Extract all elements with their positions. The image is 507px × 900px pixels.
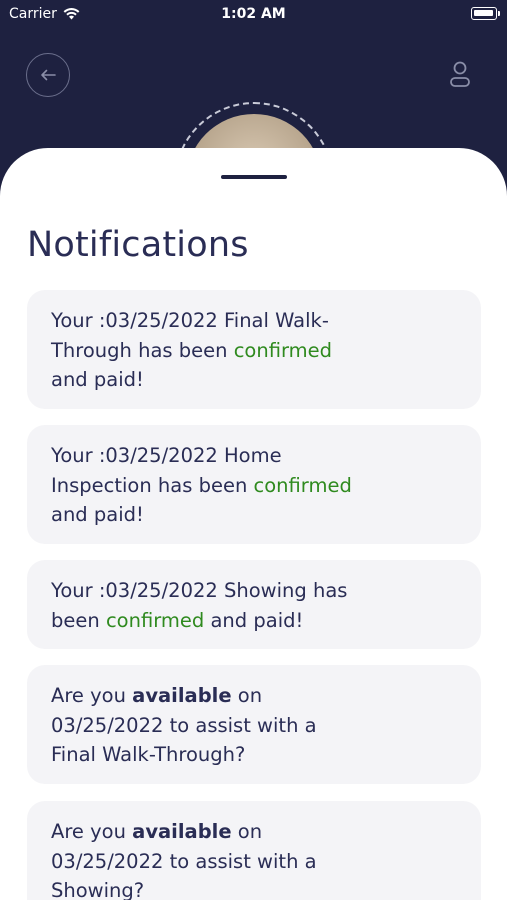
notification-card[interactable]: Your :03/25/2022 Showing has been confir… [27,560,481,649]
notification-line: been confirmed and paid! [51,608,304,632]
user-icon [450,61,470,87]
notification-line: 03/25/2022 to assist with a [51,849,317,873]
notification-line: Your :03/25/2022 Final Walk- [51,309,329,332]
notification-line: Your :03/25/2022 Home [51,444,282,467]
notification-line: Inspection has been confirmed [51,473,352,497]
notification-line: and paid! [51,368,144,391]
notification-line: Showing? [51,879,145,900]
notification-line: Your :03/25/2022 Showing has [51,579,348,602]
sheet-drag-handle[interactable] [221,175,287,179]
confirmed-status: confirmed [253,473,352,497]
notification-card[interactable]: Your :03/25/2022 Final Walk- Through has… [27,290,481,409]
notification-line: Through has been confirmed [51,338,333,362]
arrow-left-icon [41,69,56,81]
confirmed-status: confirmed [105,608,205,632]
availability-request-card[interactable]: Are you available on 03/25/2022 to assis… [27,801,481,900]
notification-line: Final Walk-Through? [51,743,246,766]
availability-request-card[interactable]: Are you available on 03/25/2022 to assis… [27,665,481,784]
battery-icon [471,7,500,20]
notification-line: 03/25/2022 to assist with a [51,713,317,737]
available-emphasis: available [132,684,232,707]
notification-line: and paid! [51,503,144,526]
profile-button[interactable] [446,60,474,90]
status-time: 1:02 AM [221,6,286,22]
available-emphasis: available [132,820,232,843]
notification-line: Are you available on [51,684,263,707]
back-button[interactable] [26,53,70,97]
page-title: Notifications [27,225,249,265]
notification-card[interactable]: Your :03/25/2022 Home Inspection has bee… [27,425,481,544]
status-bar: Carrier 1:02 AM [0,0,507,30]
notification-line: Are you available on [51,820,263,843]
confirmed-status: confirmed [233,338,333,362]
